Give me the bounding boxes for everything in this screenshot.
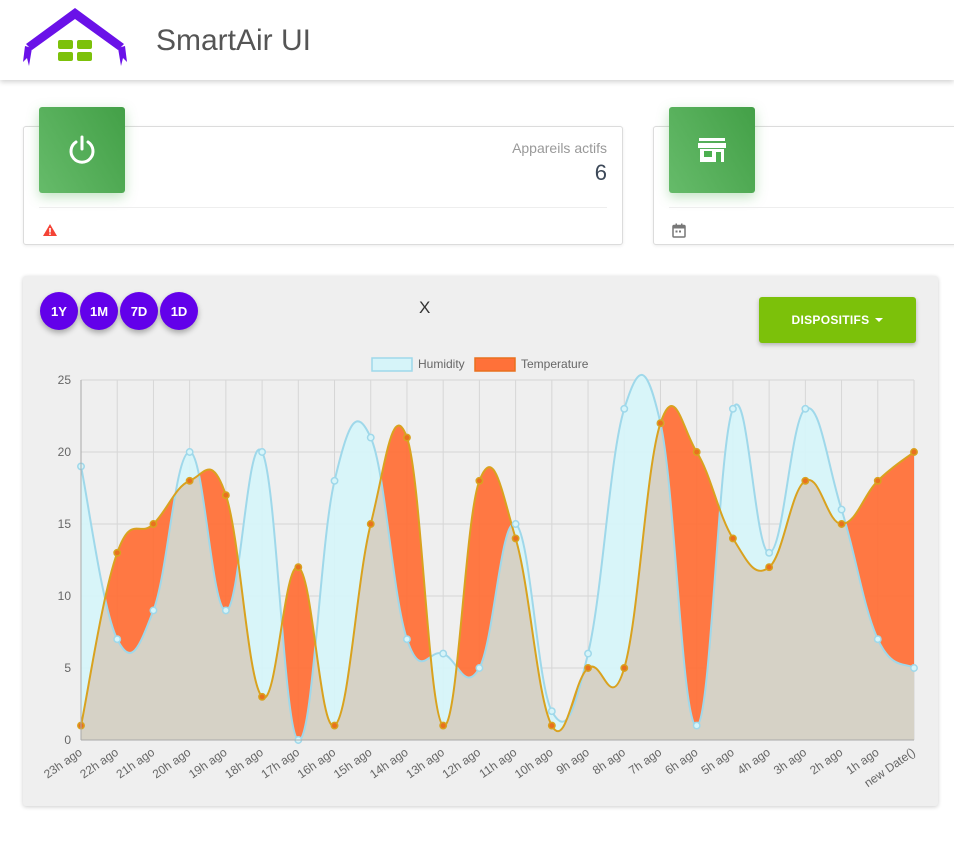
temperature-point — [439, 721, 448, 730]
temperature-point — [728, 534, 737, 543]
x-tick-label: 23h ago — [41, 745, 85, 782]
x-tick-label: 17h ago — [258, 745, 302, 782]
app-title: SmartAir UI — [156, 24, 312, 57]
temperature-point — [475, 476, 484, 485]
humidity-point — [439, 649, 448, 658]
x-tick-label: 13h ago — [403, 745, 447, 782]
humidity-point — [837, 505, 846, 514]
temperature-point — [330, 721, 339, 730]
x-tick-label: 6h ago — [662, 745, 700, 778]
temperature-point — [873, 476, 882, 485]
x-tick-label: 21h ago — [114, 745, 158, 782]
humidity-point — [547, 707, 556, 716]
x-tick-label: 19h ago — [186, 745, 230, 782]
temperature-point — [837, 520, 846, 528]
humidity-point — [692, 721, 701, 730]
store-icon — [669, 107, 755, 193]
humidity-point — [221, 606, 230, 615]
chart-legend: Humidity Temperature — [371, 357, 589, 372]
legend-label: Humidity — [418, 357, 465, 371]
x-tick-label: 16h ago — [295, 745, 339, 782]
y-tick-label: 20 — [58, 445, 72, 459]
temperature-point — [294, 563, 303, 572]
x-tick-label: 18h ago — [222, 745, 266, 782]
humidity-point — [113, 635, 122, 644]
humidity-point — [258, 448, 267, 456]
temperature-point — [185, 476, 194, 485]
x-tick-label: 14h ago — [367, 745, 411, 782]
humidity-point — [765, 548, 774, 557]
legend-swatch — [371, 357, 413, 372]
x-tick-label: 7h ago — [626, 745, 664, 778]
temperature-point — [910, 448, 918, 456]
sensor-chart: 0 5 10 15 20 25 23h ago22h ago21h ago20h ago19… — [41, 357, 918, 790]
temperature-point — [692, 448, 701, 456]
temperature-point — [366, 520, 375, 528]
humidity-point — [366, 433, 375, 442]
temperature-point — [620, 664, 629, 672]
app-header: SmartAir UI — [0, 0, 954, 80]
temperature-point — [221, 491, 230, 500]
y-tick-label: 5 — [64, 661, 71, 675]
power-icon — [39, 107, 125, 193]
calendar-icon — [672, 223, 686, 243]
humidity-point — [149, 606, 158, 615]
y-tick-label: 25 — [58, 373, 72, 387]
x-tick-label: 22h ago — [77, 745, 121, 782]
x-tick-label: 8h ago — [590, 745, 628, 778]
humidity-point — [801, 404, 810, 413]
temperature-point — [656, 419, 665, 428]
x-tick-label: 20h ago — [150, 745, 194, 782]
warning-icon — [42, 223, 58, 242]
humidity-point — [910, 664, 918, 672]
smartair-logo — [23, 8, 127, 66]
temperature-point — [149, 520, 158, 528]
humidity-point — [511, 520, 520, 528]
humidity-point — [584, 649, 592, 658]
card-divider — [39, 207, 607, 208]
x-tick-label: 5h ago — [699, 745, 737, 778]
x-tick-label: 4h ago — [735, 745, 773, 778]
store-card — [653, 107, 954, 245]
x-tick-label: 15h ago — [331, 745, 375, 782]
temperature-point — [258, 692, 267, 701]
x-tick-label: 9h ago — [554, 745, 592, 778]
temperature-point — [547, 721, 556, 730]
temperature-point — [584, 664, 592, 672]
humidity-point — [873, 635, 882, 644]
x-tick-label: 3h ago — [771, 745, 809, 778]
temperature-point — [511, 534, 520, 543]
x-tick-label: 10h ago — [512, 745, 556, 782]
temperature-point — [765, 563, 774, 572]
card-category: Appareils actifs — [512, 140, 607, 156]
y-tick-label: 0 — [64, 733, 71, 747]
legend-swatch — [474, 357, 516, 372]
temperature-point — [801, 476, 810, 485]
humidity-point — [403, 635, 411, 644]
card-value: 6 — [594, 160, 607, 185]
legend-label: Temperature — [521, 357, 589, 371]
x-tick-label: 2h ago — [807, 745, 845, 778]
y-tick-label: 10 — [58, 589, 72, 603]
card-divider — [669, 207, 954, 208]
humidity-point — [620, 404, 629, 413]
humidity-point — [185, 448, 194, 456]
chart-card: 1Y 1M 7D 1D X DISPOSITIFS 0 5 10 15 20 25 23h … — [23, 276, 938, 806]
x-tick-label: 12h ago — [440, 745, 484, 782]
humidity-point — [728, 404, 737, 413]
humidity-point — [475, 664, 484, 672]
humidity-point — [330, 476, 339, 485]
temperature-point — [113, 548, 122, 557]
chart-series — [80, 373, 915, 742]
y-tick-label: 15 — [58, 517, 72, 531]
x-tick-label: 11h ago — [476, 745, 519, 781]
temperature-point — [403, 433, 411, 442]
active-devices-card: Appareils actifs 6 — [23, 107, 623, 245]
